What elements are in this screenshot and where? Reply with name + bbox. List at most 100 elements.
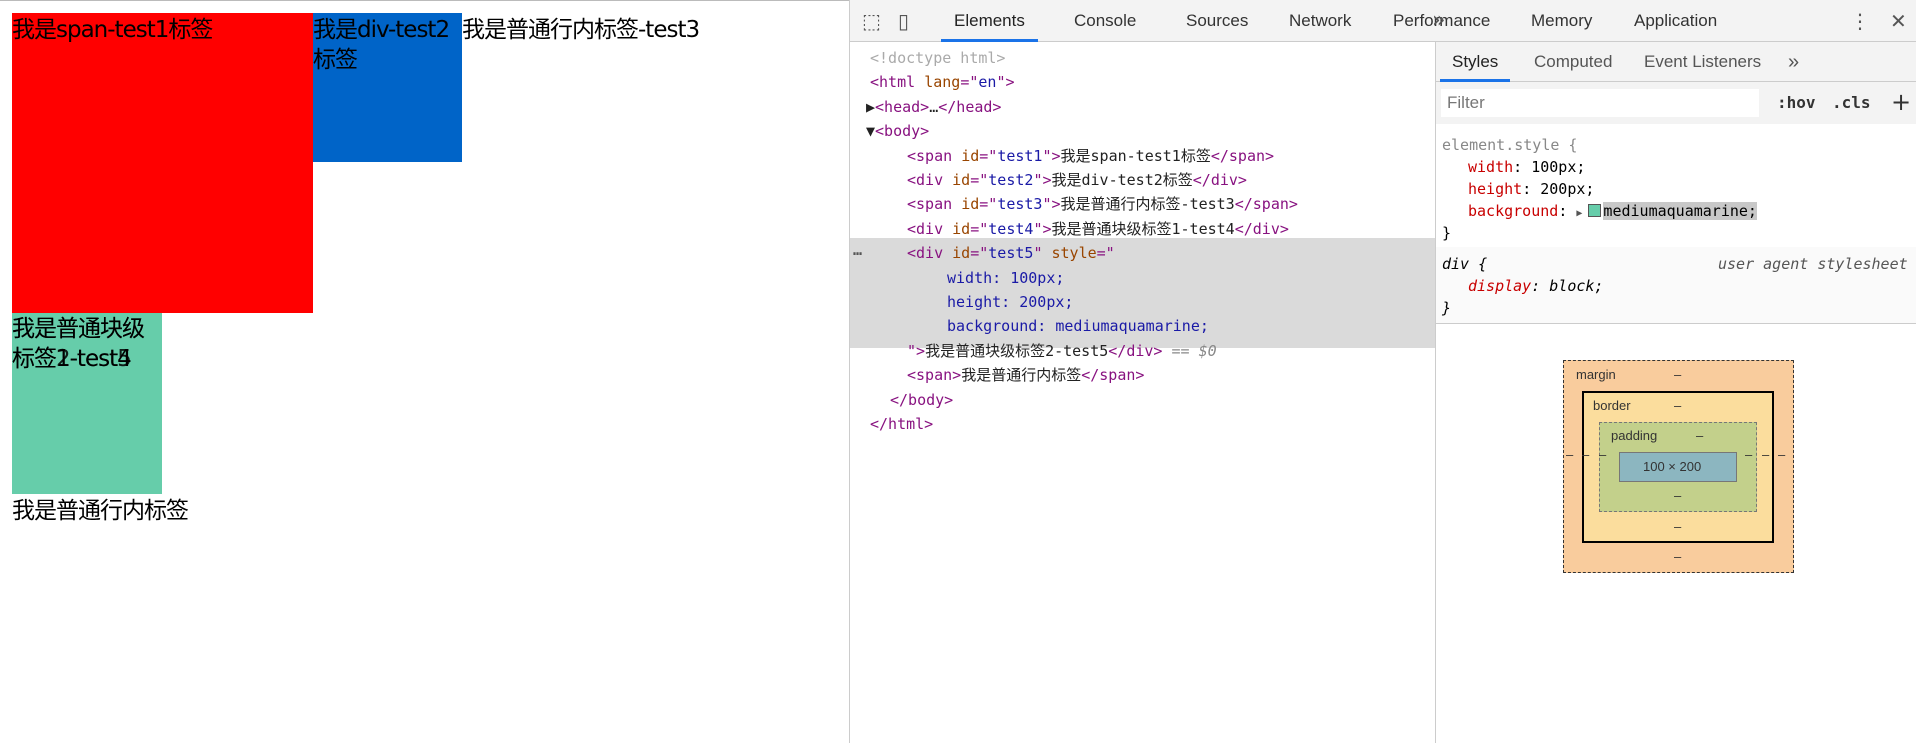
dom-token-tag: =" — [1096, 244, 1115, 263]
device-toolbar-icon[interactable]: ▯ — [898, 0, 909, 42]
test2-text: 我是div-test2标签 — [313, 17, 450, 73]
dom-node-line[interactable]: ▶<head>…</head> — [850, 95, 1436, 119]
property-value[interactable]: 100px; — [1531, 158, 1585, 176]
dom-token-txt: 我是普通块级标签1-test4 — [1051, 219, 1235, 238]
dom-token-tag: </div> — [1234, 219, 1289, 238]
dom-node-line[interactable]: <div id="test2">我是div-test2标签</div> — [850, 168, 1436, 192]
dom-token-tag: </div> — [1108, 341, 1163, 360]
style-property[interactable]: width: 100px; — [1436, 156, 1916, 178]
property-name[interactable]: width — [1468, 158, 1513, 176]
box-value-dash: – — [1778, 447, 1786, 462]
tab-console[interactable]: Console — [1061, 0, 1149, 42]
dom-tree: … <!doctype html> <html lang="en"> ▶<head>… — [850, 42, 1436, 743]
property-name[interactable]: background — [1468, 202, 1558, 220]
test1-box — [12, 13, 313, 313]
styles-filter-input[interactable]: Filter — [1441, 89, 1759, 117]
dom-token-tag: <div — [907, 171, 953, 189]
tab-memory[interactable]: Memory — [1518, 0, 1605, 42]
test1-text: 我是span-test1标签 — [12, 17, 213, 43]
property-value[interactable]: block; — [1549, 277, 1603, 295]
dom-node-line[interactable]: <span id="test3">我是普通行内标签-test3</span> — [850, 192, 1436, 216]
dom-node-line[interactable]: <div id="test5" style=" — [850, 241, 1436, 265]
expand-triangle-icon[interactable]: ▶ — [1576, 208, 1588, 219]
color-swatch[interactable] — [1588, 204, 1602, 217]
dom-token-tag: </span> — [1081, 366, 1145, 385]
new-style-rule-icon[interactable]: + — [1891, 82, 1911, 122]
dom-token-tag: <div — [907, 219, 953, 238]
dom-node-line[interactable]: <span id="test1">我是span-test1标签</span> — [850, 144, 1436, 168]
dom-token-tag: </span> — [1210, 146, 1275, 165]
property-name[interactable]: display — [1468, 277, 1531, 295]
close-icon[interactable]: ✕ — [1890, 0, 1907, 42]
dom-token-txt: ▼ — [866, 122, 876, 141]
style-property[interactable]: background: ▶ mediumaquamarine; — [1436, 200, 1916, 222]
box-value-dash: – — [1674, 519, 1682, 534]
devtools-tabbar: ⬚ ▯ Elements Console Sources Network Perform… — [850, 0, 1916, 42]
dom-node-line[interactable]: <html lang="en"> — [850, 70, 1436, 94]
style-property[interactable]: height: 200px; — [1436, 178, 1916, 200]
dom-node-line[interactable]: </html> — [850, 412, 1436, 436]
more-subtabs-icon[interactable]: » — [1788, 42, 1799, 82]
dom-token-val: test1 — [997, 146, 1043, 165]
hov-button[interactable]: :hov — [1777, 82, 1816, 124]
dom-node-line[interactable]: <div id="test4">我是普通块级标签1-test4</div> — [850, 217, 1436, 241]
dom-token-val: test2 — [988, 171, 1034, 189]
box-value-dash: – — [1745, 447, 1753, 462]
dom-token-tag: =" — [960, 73, 979, 92]
subtab-computed[interactable]: Computed — [1522, 42, 1624, 82]
filter-row: Filter :hov .cls + — [1436, 82, 1916, 124]
box-value-dash: – — [1696, 428, 1704, 443]
tab-sources[interactable]: Sources — [1173, 0, 1261, 42]
colon: : — [1513, 158, 1532, 176]
dom-node-line[interactable]: </body> — [850, 388, 1436, 412]
dom-token-val: test3 — [997, 195, 1043, 214]
tab-network[interactable]: Network — [1276, 0, 1364, 42]
kebab-menu-icon[interactable]: ⋮ — [1850, 0, 1870, 42]
dom-token-attr: id — [952, 244, 971, 263]
dom-token-tag: </div> — [1192, 171, 1247, 189]
subtab-styles[interactable]: Styles — [1440, 42, 1511, 82]
property-value[interactable]: mediumaquamarine; — [1603, 202, 1757, 220]
dom-token-tag: <body> — [875, 122, 930, 141]
dom-token-tag: =" — [970, 171, 989, 189]
dom-token-tag: <span — [907, 146, 962, 165]
dom-token-tag: <span> — [907, 366, 962, 385]
dom-node-line[interactable]: height: 200px; — [850, 290, 1436, 314]
dom-token-tag: "> — [1033, 219, 1052, 238]
test3-text: 我是普通行内标签-test3 — [462, 17, 700, 43]
dom-node-line[interactable]: width: 100px; — [850, 266, 1436, 290]
subtab-event-listeners[interactable]: Event Listeners — [1632, 42, 1773, 82]
rule-selector: div { — [1442, 255, 1488, 273]
dom-node-line[interactable]: ▼<body> — [850, 119, 1436, 143]
dom-token-val: width: 100px; — [947, 268, 1065, 287]
dom-token-tag: "> — [1042, 195, 1061, 214]
colon: : — [1558, 202, 1577, 220]
tab-application[interactable]: Application — [1621, 0, 1730, 42]
dom-node-line[interactable]: <span>我是普通行内标签</span> — [850, 363, 1436, 387]
dom-token-tag: =" — [979, 195, 998, 214]
padding-label: padding — [1611, 428, 1658, 443]
cls-button[interactable]: .cls — [1832, 82, 1871, 124]
dom-token-tag: </html> — [870, 415, 934, 433]
rule-close: } — [1442, 224, 1452, 242]
colon: : — [1522, 180, 1541, 198]
dom-token-tag: "> — [996, 73, 1015, 92]
property-name[interactable]: height — [1468, 180, 1522, 198]
dom-node-line[interactable]: ">我是普通块级标签2-test5</div> == $0 — [850, 339, 1436, 363]
inspect-element-icon[interactable]: ⬚ — [862, 0, 881, 42]
more-tabs-icon[interactable]: » — [1432, 0, 1445, 42]
element-style-rule: element.style { width: 100px; height: 200… — [1436, 128, 1916, 249]
property-value[interactable]: 200px; — [1540, 180, 1594, 198]
dom-token-txt: ▶ — [866, 97, 876, 116]
viewport-top-border — [0, 0, 849, 1]
content-size: 100 × 200 — [1643, 459, 1702, 474]
dom-token-val: height: 200px; — [947, 293, 1074, 311]
dom-node-line[interactable]: <!doctype html> — [850, 46, 1436, 70]
dom-token-tag: =" — [970, 219, 989, 238]
dom-node-line[interactable]: background: mediumaquamarine; — [850, 314, 1436, 338]
styles-subtabs: Styles Computed Event Listeners » — [1436, 42, 1916, 82]
dom-token-attr: style — [1051, 244, 1097, 263]
tab-elements[interactable]: Elements — [941, 0, 1038, 42]
style-property[interactable]: display: block; — [1436, 275, 1916, 297]
colon: : — [1531, 277, 1550, 295]
